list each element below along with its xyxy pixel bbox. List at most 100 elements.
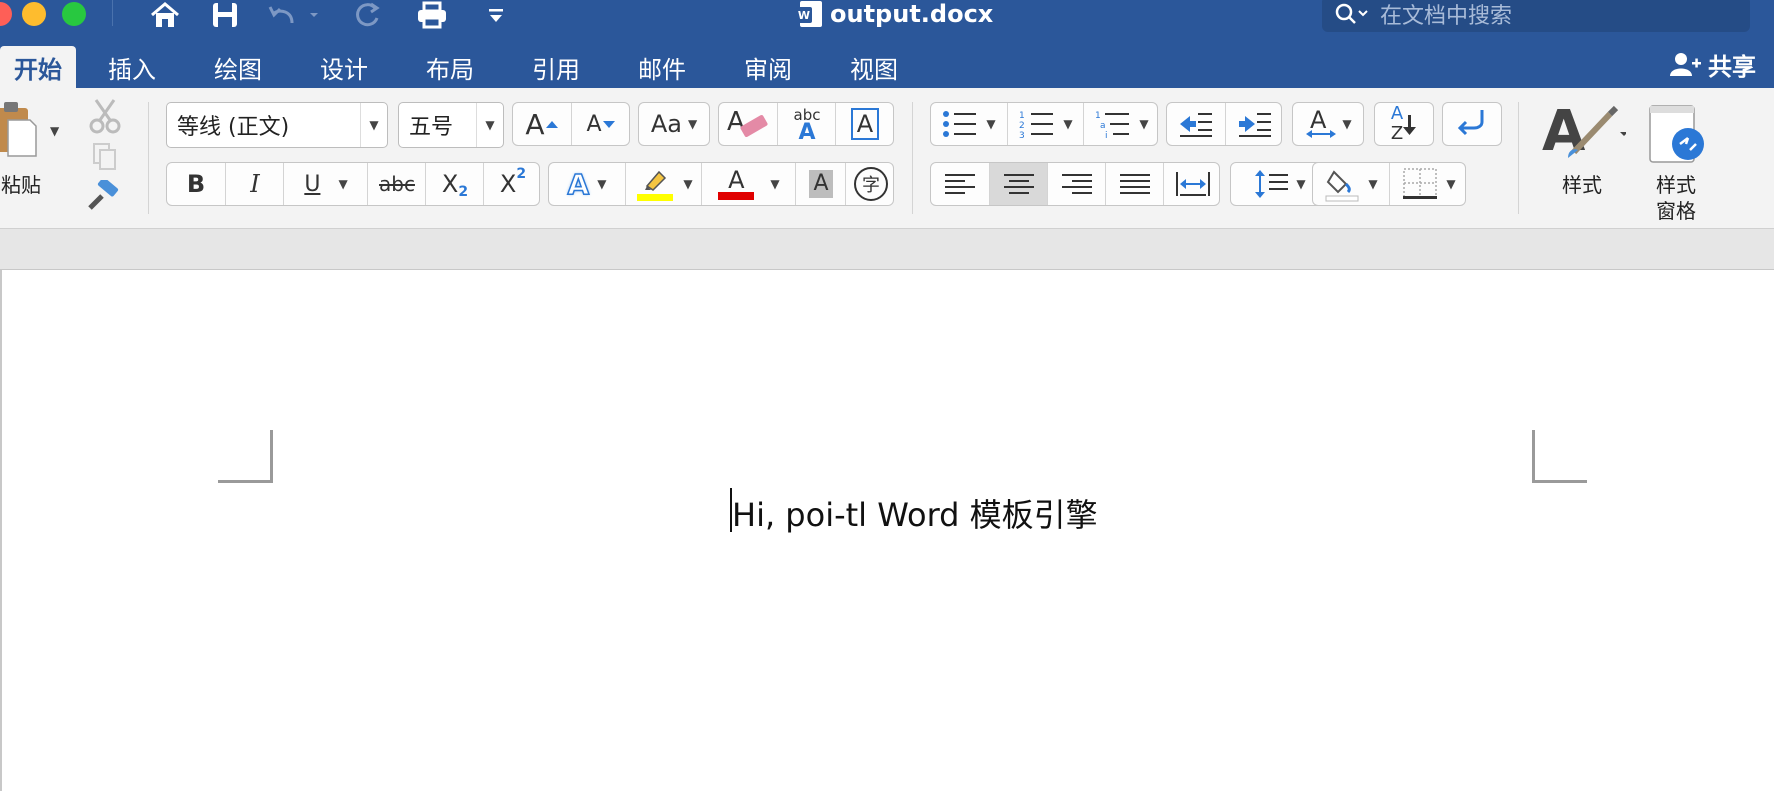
bullets-dropdown-arrow[interactable]: ▼ (986, 117, 995, 131)
align-left-button[interactable] (931, 163, 989, 205)
tab-view[interactable]: 视图 (842, 46, 906, 88)
asian-layout-button[interactable]: A ▼ (1292, 102, 1364, 146)
tab-design[interactable]: 设计 (312, 46, 376, 88)
spelling-button[interactable]: abc A (777, 103, 836, 145)
numbering-dropdown-arrow[interactable]: ▼ (1063, 117, 1072, 131)
text-effects-button[interactable]: A ▼ (549, 163, 625, 205)
tab-mailings[interactable]: 邮件 (630, 46, 694, 88)
align-right-button[interactable] (1047, 163, 1106, 205)
customize-toolbar-icon[interactable] (484, 0, 508, 30)
margin-corner-top-left (218, 430, 273, 483)
bullet-list-icon (943, 111, 977, 137)
change-case-dropdown-arrow[interactable]: ▼ (688, 117, 697, 131)
styles-icon: A (1542, 99, 1628, 164)
shading-dropdown-arrow[interactable]: ▼ (1368, 177, 1377, 191)
align-right-icon (1062, 174, 1092, 194)
font-size-combo[interactable]: 五号 ▼ (398, 102, 504, 148)
align-center-button[interactable] (989, 163, 1048, 205)
font-color-dropdown-arrow[interactable]: ▼ (770, 177, 779, 191)
cut-icon[interactable] (88, 98, 122, 138)
svg-text:A: A (1542, 100, 1586, 160)
paste-dropdown-arrow[interactable]: ▼ (50, 124, 59, 138)
bold-button[interactable]: B (167, 163, 225, 205)
undo-icon[interactable] (268, 0, 324, 30)
character-border-glyph: A (850, 108, 880, 140)
distributed-button[interactable] (1163, 163, 1222, 205)
title-bar: W output.docx 在文档中搜索 (0, 0, 1774, 38)
justify-button[interactable] (1105, 163, 1164, 205)
numbering-button[interactable]: 123 ▼ (1007, 103, 1084, 145)
multilevel-list-button[interactable]: 1ai ▼ (1083, 103, 1160, 145)
multilevel-dropdown-arrow[interactable]: ▼ (1139, 117, 1148, 131)
format-painter-icon[interactable] (84, 177, 122, 218)
underline-dropdown-arrow[interactable]: ▼ (338, 177, 347, 191)
search-placeholder: 在文档中搜索 (1380, 4, 1513, 29)
svg-text:i: i (1105, 131, 1108, 139)
subscript-button[interactable]: X2 (425, 163, 484, 205)
character-shading-button[interactable]: A (795, 163, 846, 205)
add-person-icon (1670, 53, 1701, 76)
superscript-button[interactable]: X2 (483, 163, 542, 205)
spelling-bottom-glyph: A (798, 120, 816, 145)
shrink-arrow-icon (602, 121, 615, 128)
text-effects-dropdown-arrow[interactable]: ▼ (597, 177, 606, 191)
tab-insert[interactable]: 插入 (100, 46, 164, 88)
borders-dropdown-arrow[interactable]: ▼ (1446, 177, 1455, 191)
close-window-button[interactable] (0, 2, 12, 26)
tab-draw[interactable]: 绘图 (206, 46, 270, 88)
italic-button[interactable]: I (225, 163, 284, 205)
show-formatting-marks-button[interactable] (1442, 102, 1502, 146)
search-field[interactable]: 在文档中搜索 (1322, 0, 1750, 32)
copy-icon[interactable] (92, 142, 118, 176)
document-canvas-gutter (0, 229, 1774, 270)
tab-references[interactable]: 引用 (524, 46, 588, 88)
tab-layout[interactable]: 布局 (418, 46, 482, 88)
shrink-font-button[interactable]: A (571, 103, 630, 145)
eraser-icon: A (727, 107, 768, 137)
highlight-button[interactable]: ▼ (625, 163, 702, 205)
line-spacing-dropdown-arrow[interactable]: ▼ (1296, 177, 1305, 191)
decrease-indent-button[interactable] (1167, 103, 1225, 145)
character-border-button[interactable]: A (835, 103, 894, 145)
borders-icon (1403, 168, 1438, 199)
highlight-dropdown-arrow[interactable]: ▼ (683, 177, 692, 191)
sort-button[interactable]: A Z (1374, 102, 1434, 146)
clear-formatting-button[interactable]: A (719, 103, 777, 145)
borders-button[interactable]: ▼ (1389, 163, 1468, 205)
font-color-button[interactable]: A ▼ (701, 163, 796, 205)
align-center-icon (1004, 174, 1034, 194)
share-button[interactable]: 共享 (1668, 44, 1756, 84)
svg-text:A: A (1310, 106, 1327, 134)
asian-layout-dropdown-arrow[interactable]: ▼ (1342, 117, 1351, 131)
change-case-button[interactable]: Aa ▼ (638, 102, 710, 146)
font-size-dropdown-arrow[interactable]: ▼ (476, 103, 503, 147)
styles-pane-icon (1649, 105, 1704, 163)
bullets-button[interactable]: ▼ (931, 103, 1007, 145)
minimize-window-button[interactable] (22, 2, 46, 26)
document-page[interactable]: Hi, poi-tl Word 模板引擎 (0, 269, 1774, 791)
home-icon[interactable] (148, 0, 182, 30)
paste-button[interactable] (0, 100, 44, 160)
save-icon[interactable] (210, 0, 240, 30)
numbered-list-icon: 123 (1019, 111, 1054, 139)
underline-button[interactable]: U ▼ (283, 163, 368, 205)
document-body-text[interactable]: Hi, poi-tl Word 模板引擎 (732, 490, 1098, 536)
font-size-value: 五号 (409, 115, 454, 140)
tab-review[interactable]: 审阅 (736, 46, 800, 88)
redo-icon[interactable] (350, 0, 384, 30)
phonetic-guide-button[interactable]: 字 (845, 163, 896, 205)
increase-indent-button[interactable] (1225, 103, 1284, 145)
print-icon[interactable] (414, 0, 450, 30)
subscript-base: X (441, 170, 459, 198)
zoom-window-button[interactable] (62, 2, 86, 26)
font-name-combo[interactable]: 等线 (正文) ▼ (166, 102, 388, 148)
tab-home[interactable]: 开始 (0, 46, 76, 88)
clipboard-icon (0, 102, 37, 157)
font-name-dropdown-arrow[interactable]: ▼ (360, 103, 387, 147)
strikethrough-button[interactable]: abc (367, 163, 426, 205)
group-divider (1518, 102, 1519, 214)
grow-font-button[interactable]: A (513, 103, 571, 145)
styles-gallery-button[interactable]: A (1538, 99, 1628, 164)
styles-pane-button[interactable] (1646, 104, 1706, 164)
shading-button[interactable]: ▼ (1313, 163, 1389, 205)
